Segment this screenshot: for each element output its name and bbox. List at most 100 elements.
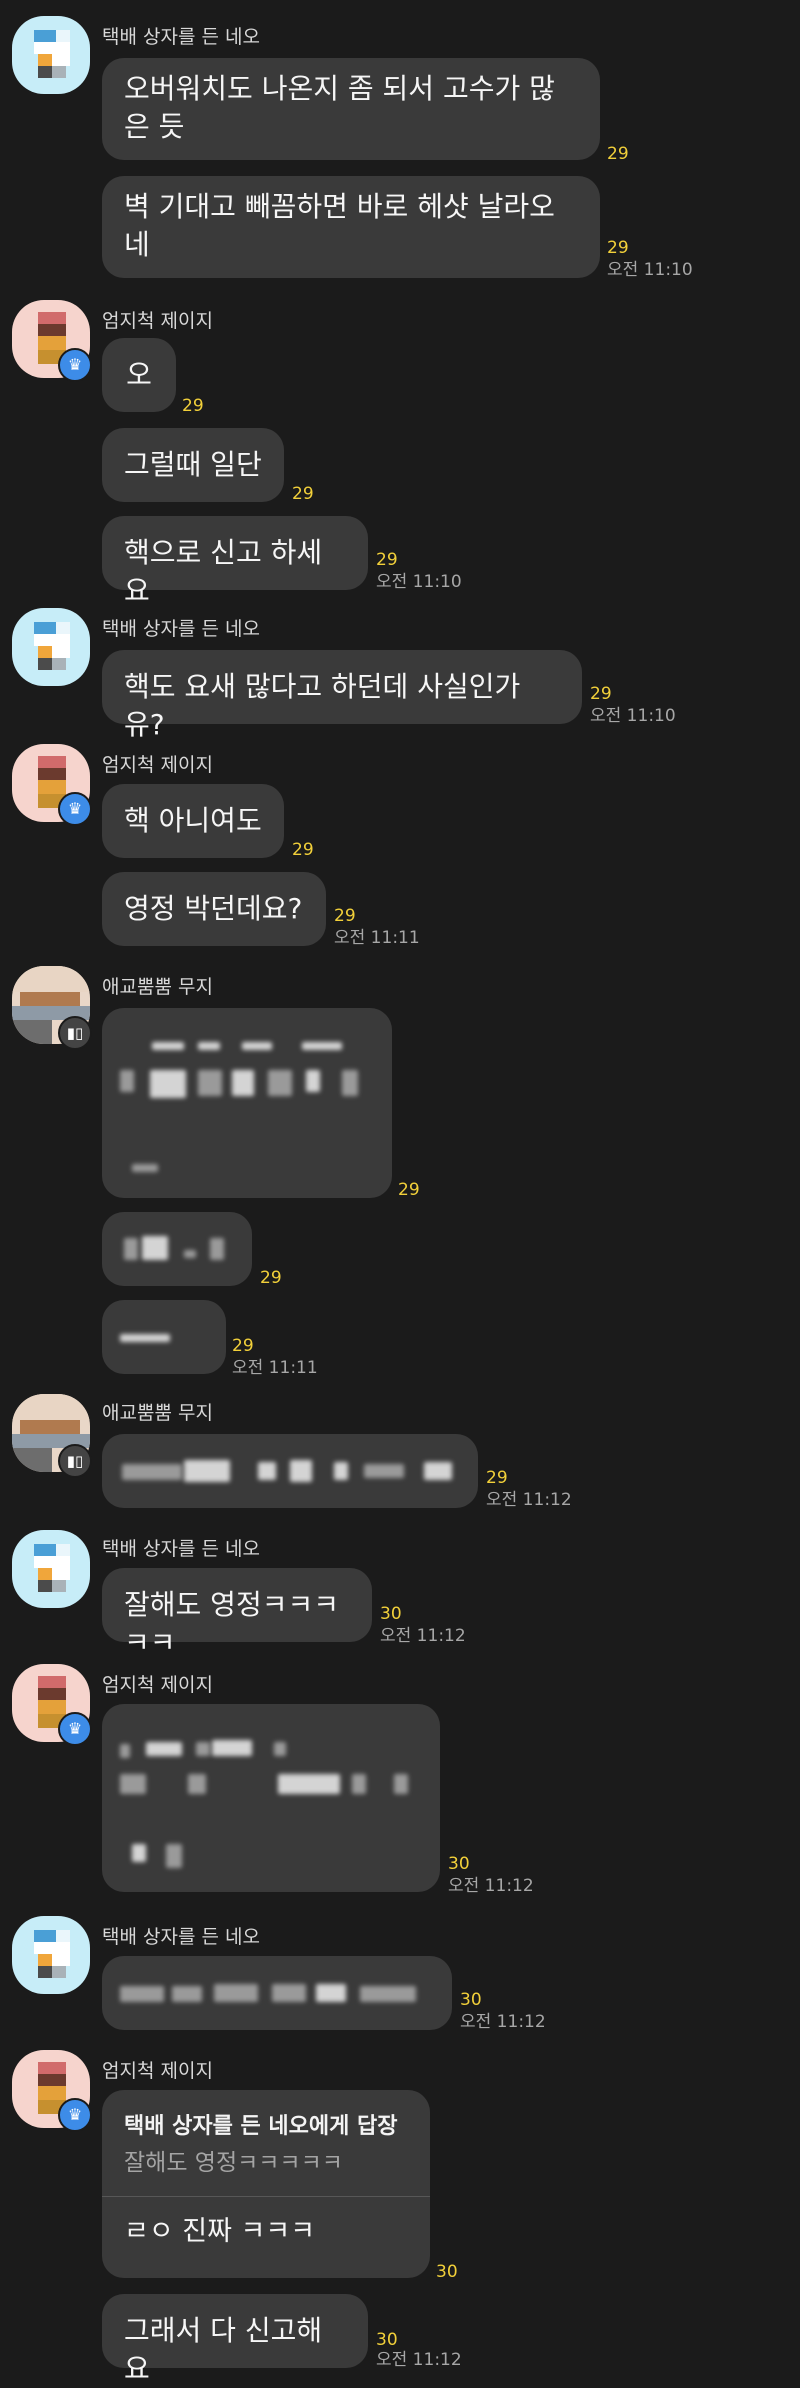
message-bubble[interactable]: 오버워치도 나온지 좀 되서 고수가 많은 듯 <box>102 58 600 160</box>
message-bubble[interactable]: 벽 기대고 빼꼼하면 바로 헤샷 날라오 네 <box>102 176 600 278</box>
blurred-text <box>184 1460 230 1482</box>
blurred-text <box>360 1986 416 2002</box>
message-bubble-blurred[interactable] <box>102 1008 392 1198</box>
blurred-text <box>166 1844 182 1868</box>
blurred-text <box>214 1984 258 2002</box>
blurred-text <box>120 1070 134 1092</box>
message-time: 오전 11:11 <box>232 1358 318 1378</box>
message-text: 오 <box>126 358 152 391</box>
message-time: 오전 11:10 <box>590 706 676 726</box>
blurred-text <box>212 1740 252 1756</box>
game-badge-icon: ▮▯ <box>58 1016 92 1050</box>
sender-name: 엄지척 제이지 <box>102 754 213 776</box>
message-time: 오전 11:12 <box>380 1626 466 1646</box>
message-text: 영정 박던데요? <box>124 892 303 925</box>
unread-count: 29 <box>486 1468 508 1488</box>
blurred-text <box>278 1774 340 1794</box>
blurred-text <box>152 1042 184 1050</box>
blurred-text <box>120 1744 130 1758</box>
blurred-text <box>394 1774 408 1794</box>
sender-name: 엄지척 제이지 <box>102 2060 213 2082</box>
message-time: 오전 11:11 <box>334 928 420 948</box>
message-time: 오전 11:12 <box>448 1876 534 1896</box>
message-time: 오전 11:12 <box>486 1490 572 1510</box>
message-bubble[interactable]: 핵으로 신고 하세요 <box>102 516 368 607</box>
message-text: 그럴때 일단 <box>124 448 262 481</box>
message-text: 벽 기대고 빼꼼하면 바로 헤샷 날라오 네 <box>124 190 555 261</box>
blurred-text <box>196 1742 210 1756</box>
unread-count: 30 <box>448 1854 470 1874</box>
unread-count: 29 <box>376 550 398 570</box>
sender-name: 택배 상자를 든 네오 <box>102 1926 260 1948</box>
sender-name: 엄지척 제이지 <box>102 1674 213 1696</box>
unread-count: 29 <box>607 238 629 258</box>
unread-count: 29 <box>334 906 356 926</box>
sender-name: 애교뿜뿜 무지 <box>102 976 213 998</box>
avatar-neo[interactable] <box>12 1916 90 1994</box>
blurred-text <box>132 1164 158 1172</box>
message-bubble-blurred[interactable] <box>102 1956 452 2030</box>
blurred-text <box>124 1238 138 1260</box>
avatar-neo[interactable] <box>12 16 90 94</box>
blurred-text <box>352 1774 366 1794</box>
message-text: 그래서 다 신고해요 <box>124 2314 323 2385</box>
blurred-text <box>268 1070 292 1096</box>
blurred-text <box>150 1070 186 1098</box>
message-bubble[interactable]: 잘해도 영정ㅋㅋㅋㅋㅋ <box>102 1568 372 1659</box>
crown-badge-icon: ♛ <box>58 792 92 826</box>
blurred-text <box>272 1984 306 2002</box>
avatar-neo[interactable] <box>12 1530 90 1608</box>
message-text: 핵으로 신고 하세요 <box>124 536 323 607</box>
reply-target[interactable]: 택배 상자를 든 네오에게 답장 <box>124 2112 408 2142</box>
blurred-text <box>242 1042 272 1050</box>
message-text: 오버워치도 나온지 좀 되서 고수가 많은 듯 <box>124 72 555 143</box>
message-bubble[interactable]: 오 <box>102 338 176 412</box>
message-bubble[interactable]: 그래서 다 신고해요 <box>102 2294 368 2385</box>
blurred-text <box>210 1238 224 1260</box>
blurred-text <box>334 1462 348 1480</box>
blurred-text <box>290 1460 312 1482</box>
blurred-text <box>232 1070 254 1096</box>
message-time: 오전 11:10 <box>607 260 693 280</box>
unread-count: 29 <box>398 1180 420 1200</box>
unread-count: 29 <box>182 396 204 416</box>
blurred-text <box>142 1236 168 1260</box>
blurred-text <box>184 1250 196 1258</box>
blurred-text <box>120 1774 146 1794</box>
blurred-text <box>172 1986 202 2002</box>
avatar-neo[interactable] <box>12 608 90 686</box>
game-badge-icon: ▮▯ <box>58 1444 92 1478</box>
message-time: 오전 11:12 <box>460 2012 546 2032</box>
unread-count: 30 <box>380 1604 402 1624</box>
sender-name: 택배 상자를 든 네오 <box>102 618 260 640</box>
unread-count: 29 <box>607 144 629 164</box>
message-bubble-blurred[interactable] <box>102 1434 478 1508</box>
message-bubble-blurred[interactable] <box>102 1704 440 1892</box>
blurred-text <box>274 1742 286 1756</box>
blurred-text <box>188 1774 206 1794</box>
blurred-text <box>120 1334 170 1342</box>
message-bubble[interactable]: 영정 박던데요? <box>102 872 326 946</box>
message-bubble[interactable]: 핵도 요새 많다고 하던데 사실인가유? <box>102 650 582 741</box>
blurred-text <box>364 1464 404 1478</box>
blurred-text <box>342 1070 358 1096</box>
reply-quote: 잘해도 영정ㅋㅋㅋㅋㅋ <box>124 2150 343 2176</box>
message-text: ㄹㅇ 진짜 ㅋㅋㅋ <box>124 2216 316 2247</box>
message-bubble[interactable]: 핵 아니여도 <box>102 784 284 858</box>
blurred-text <box>122 1464 182 1480</box>
message-bubble-blurred[interactable] <box>102 1212 252 1286</box>
crown-badge-icon: ♛ <box>58 348 92 382</box>
message-text: 잘해도 영정ㅋㅋㅋㅋㅋ <box>124 1588 339 1659</box>
chat-room: 택배 상자를 든 네오 오버워치도 나온지 좀 되서 고수가 많은 듯 29 벽… <box>0 0 800 2385</box>
reply-message-bubble[interactable]: 택배 상자를 든 네오에게 답장 잘해도 영정ㅋㅋㅋㅋㅋ ㄹㅇ 진짜 ㅋㅋㅋ <box>102 2090 430 2278</box>
unread-count: 30 <box>436 2262 458 2282</box>
unread-count: 30 <box>460 1990 482 2010</box>
unread-count: 29 <box>292 840 314 860</box>
unread-count: 29 <box>590 684 612 704</box>
unread-count: 29 <box>260 1268 282 1288</box>
message-bubble[interactable]: 그럴때 일단 <box>102 428 284 502</box>
sender-name: 택배 상자를 든 네오 <box>102 1538 260 1560</box>
blurred-text <box>120 1986 164 2002</box>
message-bubble-blurred[interactable] <box>102 1300 226 1374</box>
message-time: 오전 11:10 <box>376 572 462 592</box>
